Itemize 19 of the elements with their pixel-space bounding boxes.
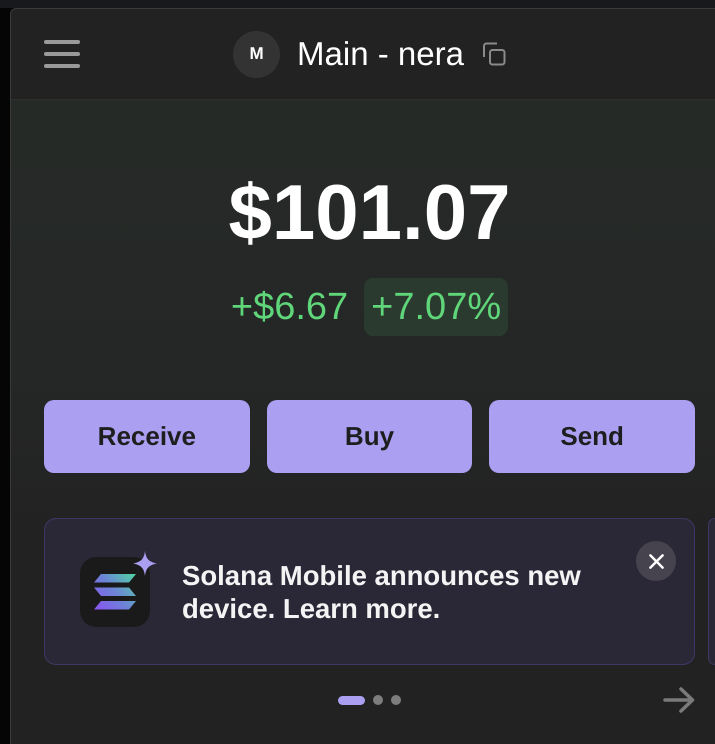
action-button[interactable]: Receive [44,400,250,473]
close-button[interactable] [636,541,676,581]
percent-change-badge: +7.07% [364,278,508,336]
app-logo-icon [80,556,150,626]
balance-change: +$6.67 [230,285,348,330]
account-name[interactable]: Main - nera [297,35,464,73]
page-dot[interactable] [373,695,383,705]
page-dot[interactable] [391,695,401,705]
balance-amount: $101.07 [228,173,512,251]
menu-icon[interactable] [44,40,80,68]
close-icon [648,554,664,568]
announcement-card[interactable]: Solana Mobile announces new device. Learn more. [44,518,695,665]
avatar[interactable]: M [233,30,280,78]
arrow-right-icon[interactable] [663,687,695,713]
action-button[interactable]: Buy [266,400,472,473]
copy-icon[interactable] [482,42,506,66]
sparkle-icon [133,550,157,576]
action-button[interactable]: Send [489,400,695,473]
announcement-text[interactable]: Solana Mobile announces new device. Learn more. [182,558,622,624]
